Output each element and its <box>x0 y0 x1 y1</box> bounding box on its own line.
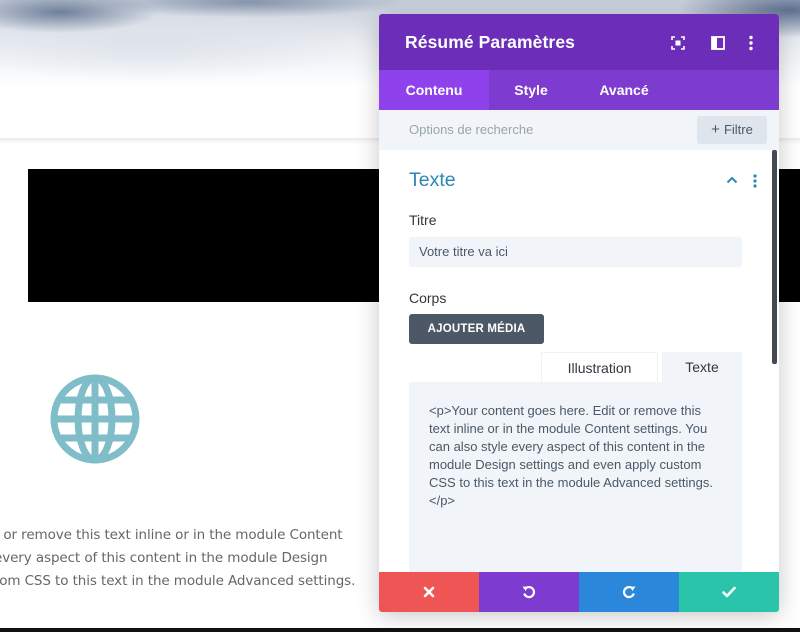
globe-icon <box>50 374 140 464</box>
settings-tabs: Contenu Style Avancé <box>379 70 779 110</box>
editor-tab-illustration[interactable]: Illustration <box>541 352 658 382</box>
undo-button[interactable] <box>479 572 579 612</box>
redo-button[interactable] <box>579 572 679 612</box>
panel-header[interactable]: Résumé Paramètres <box>379 14 779 70</box>
filter-button[interactable]: + Filtre <box>697 116 767 144</box>
section-options-icon[interactable] <box>753 174 757 188</box>
split-view-icon[interactable] <box>709 34 727 52</box>
editor-tab-texte[interactable]: Texte <box>662 352 742 382</box>
page-text-line: tom CSS to this text in the module Advan… <box>0 573 356 589</box>
page-body-text: t or remove this text inline or in the m… <box>0 524 374 593</box>
redo-icon <box>622 585 636 599</box>
close-icon <box>423 586 435 598</box>
body-textarea[interactable]: <p>Your content goes here. Edit or remov… <box>409 382 742 572</box>
plus-icon: + <box>711 121 720 138</box>
tab-style[interactable]: Style <box>489 70 573 110</box>
bottom-divider <box>0 628 800 632</box>
tab-contenu[interactable]: Contenu <box>379 70 489 110</box>
search-bar: Options de recherche + Filtre <box>379 110 779 150</box>
page-text-line: every aspect of this content in the modu… <box>0 550 328 566</box>
title-field-label: Titre <box>409 212 437 228</box>
panel-title: Résumé Paramètres <box>405 32 575 52</box>
check-icon <box>722 586 736 598</box>
page-text-line: t or remove this text inline or in the m… <box>0 527 343 543</box>
more-options-icon[interactable] <box>742 34 760 52</box>
cancel-button[interactable] <box>379 572 479 612</box>
filter-label: Filtre <box>723 122 753 137</box>
module-settings-panel: Résumé Paramètres Contenu Style Avancé O… <box>379 14 779 612</box>
fullscreen-icon[interactable] <box>669 34 687 52</box>
scrollbar[interactable] <box>772 150 777 364</box>
tab-avance[interactable]: Avancé <box>573 70 675 110</box>
search-input[interactable]: Options de recherche <box>409 122 533 137</box>
settings-body: Texte Titre Votre titre va ici Corps AJO… <box>379 150 779 572</box>
add-media-button[interactable]: AJOUTER MÉDIA <box>409 314 544 344</box>
title-input[interactable]: Votre titre va ici <box>409 237 742 267</box>
panel-footer <box>379 572 779 612</box>
body-field-label: Corps <box>409 290 447 306</box>
undo-icon <box>522 585 536 599</box>
section-title[interactable]: Texte <box>409 169 456 192</box>
chevron-up-icon[interactable] <box>726 176 738 184</box>
save-button[interactable] <box>679 572 779 612</box>
